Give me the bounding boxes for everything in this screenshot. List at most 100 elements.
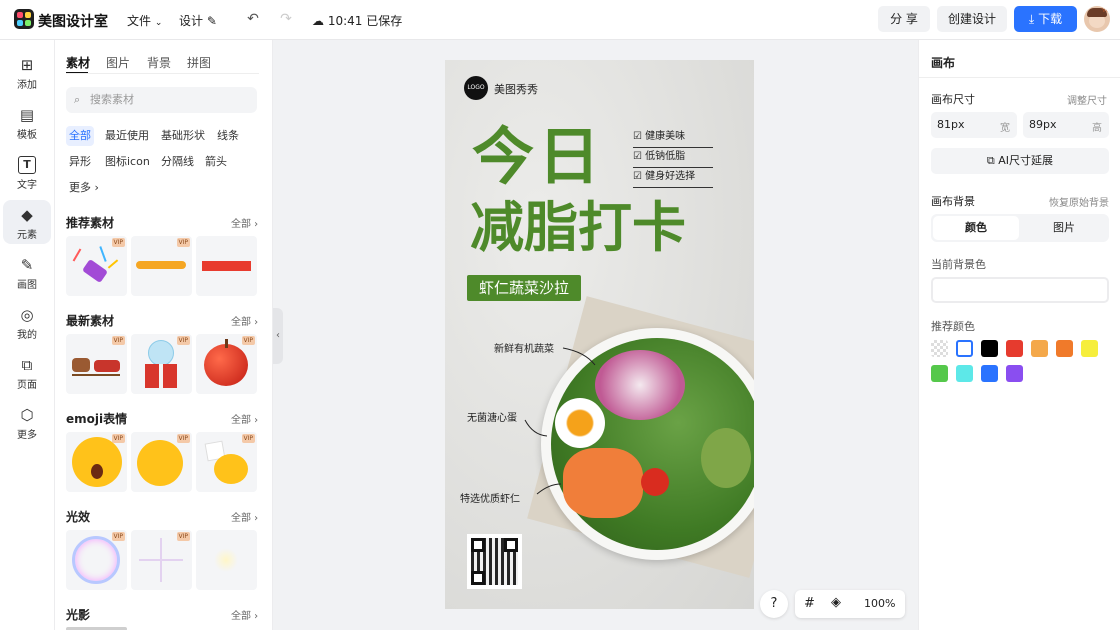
- save-status: ☁ 10:41 已保存: [312, 12, 402, 29]
- chip-icons[interactable]: 图标icon: [102, 152, 153, 172]
- nav-mine[interactable]: ◎ 我的: [3, 300, 51, 344]
- tab-divider: [66, 73, 259, 74]
- asset-party-popper[interactable]: VIP: [66, 236, 127, 296]
- current-bg-color-swatch[interactable]: [931, 277, 1109, 303]
- nav-add[interactable]: ⊞ 添加: [3, 50, 51, 94]
- chip-more[interactable]: 更多 ›: [66, 178, 102, 198]
- color-swatch[interactable]: [1081, 340, 1098, 357]
- panel-divider: [919, 77, 1120, 78]
- color-swatch[interactable]: [931, 340, 948, 357]
- grid-icon[interactable]: #: [804, 596, 815, 611]
- app-logo-icon[interactable]: [14, 9, 34, 29]
- canvas-background-label: 画布背景: [931, 195, 975, 208]
- tab-images[interactable]: 图片: [106, 54, 130, 71]
- adjust-size-link[interactable]: 调整尺寸: [1067, 92, 1107, 107]
- chevron-down-icon: ⌄: [154, 18, 163, 28]
- section-all-emoji[interactable]: 全部 ›: [231, 411, 258, 426]
- chip-all[interactable]: 全部: [66, 126, 94, 146]
- chip-basic-shapes[interactable]: 基础形状: [158, 126, 208, 146]
- asset-red-apple[interactable]: VIP: [196, 334, 257, 394]
- color-swatch[interactable]: [956, 365, 973, 382]
- collapse-panel-button[interactable]: ‹: [273, 308, 283, 364]
- asset-reindeer-sleigh[interactable]: VIP: [66, 334, 127, 394]
- user-avatar[interactable]: VIP: [1084, 6, 1110, 32]
- asset-emoji-thinking[interactable]: VIP: [131, 432, 192, 492]
- search-icon: ⌕: [74, 93, 81, 106]
- section-all-recommended[interactable]: 全部 ›: [231, 215, 258, 230]
- draw-icon: ✎: [20, 256, 34, 274]
- asset-bubble[interactable]: VIP: [66, 530, 127, 590]
- section-all-label: 全部: [231, 317, 251, 328]
- layers-icon[interactable]: ◈: [831, 595, 841, 610]
- chip-recent[interactable]: 最近使用: [102, 126, 152, 146]
- file-menu[interactable]: 文件 ⌄: [127, 12, 162, 29]
- asset-glow[interactable]: [196, 530, 257, 590]
- download-button[interactable]: ⤓ 下载: [1014, 6, 1077, 32]
- recommended-colors-label: 推荐颜色: [931, 320, 975, 333]
- nav-draw[interactable]: ✎ 画图: [3, 250, 51, 294]
- undo-icon[interactable]: ↶: [244, 10, 262, 28]
- cube-icon: ⬡: [20, 406, 34, 424]
- tab-materials[interactable]: 素材: [66, 54, 90, 71]
- chip-arrows[interactable]: 箭头: [202, 152, 230, 172]
- color-swatch[interactable]: [1006, 340, 1023, 357]
- color-swatch[interactable]: [981, 365, 998, 382]
- section-all-light-effects[interactable]: 全部 ›: [231, 509, 258, 524]
- color-swatch[interactable]: [981, 340, 998, 357]
- canvas-qr-code[interactable]: [467, 534, 522, 589]
- asset-brush-stroke[interactable]: VIP: [131, 236, 192, 296]
- reset-background-link[interactable]: 恢复原始背景: [1049, 194, 1109, 209]
- nav-text[interactable]: T 文字: [3, 150, 51, 194]
- search-input[interactable]: ⌕ 搜索素材: [66, 87, 257, 113]
- section-all-label: 全部: [231, 415, 251, 426]
- vip-badge: VIP: [111, 336, 125, 345]
- redo-icon[interactable]: ↷: [277, 10, 295, 28]
- nav-text-label: 文字: [17, 180, 37, 191]
- share-button[interactable]: 分 享: [878, 6, 930, 32]
- help-button[interactable]: ?: [760, 590, 788, 618]
- left-navigation: ⊞ 添加 ▤ 模板 T 文字 ◆ 元素 ✎ 画图 ◎ 我的 ⧉ 页面 ⬡ 更多: [0, 40, 55, 630]
- download-icon: ⤓: [1028, 12, 1035, 26]
- nav-template[interactable]: ▤ 模板: [3, 100, 51, 144]
- file-menu-label: 文件: [127, 14, 152, 28]
- nav-elements[interactable]: ◆ 元素: [3, 200, 51, 244]
- create-design-button[interactable]: 创建设计: [937, 6, 1007, 32]
- tab-backgrounds[interactable]: 背景: [147, 54, 171, 71]
- nav-page-label: 页面: [17, 380, 37, 391]
- plus-square-icon: ⊞: [20, 56, 34, 74]
- color-swatch[interactable]: [1056, 340, 1073, 357]
- design-menu[interactable]: 设计 ✎: [179, 12, 217, 29]
- color-swatch[interactable]: [1031, 340, 1048, 357]
- ai-size-extend-button[interactable]: ⧉ AI尺寸延展: [931, 148, 1109, 174]
- text-icon: T: [18, 156, 36, 174]
- asset-emoji-shocked[interactable]: VIP: [66, 432, 127, 492]
- section-all-latest[interactable]: 全部 ›: [231, 313, 258, 328]
- canvas-toolbar: # ◈ 100%: [795, 590, 905, 618]
- width-value: 81px: [937, 118, 965, 131]
- design-canvas[interactable]: LOGO 美图秀秀 今日 减脂打卡 ☑ 健康美味 ☑ 低钠低脂 ☑ 健身好选择 …: [445, 60, 754, 609]
- nav-template-label: 模板: [17, 130, 37, 141]
- asset-emoji-chick[interactable]: VIP: [196, 432, 257, 492]
- bg-tab-color[interactable]: 颜色: [933, 216, 1019, 240]
- app-brand-name: 美图设计室: [38, 14, 108, 30]
- asset-sparkle[interactable]: VIP: [131, 530, 192, 590]
- color-swatch[interactable]: [956, 340, 973, 357]
- color-swatch[interactable]: [1006, 365, 1023, 382]
- width-input[interactable]: 81px 宽: [931, 112, 1017, 138]
- nav-page[interactable]: ⧉ 页面: [3, 350, 51, 394]
- avatar-vip-badge: VIP: [1102, 8, 1110, 14]
- bg-tab-image[interactable]: 图片: [1021, 216, 1107, 240]
- chip-dividers[interactable]: 分隔线: [158, 152, 197, 172]
- section-all-shadows[interactable]: 全部 ›: [231, 607, 258, 622]
- height-unit: 高: [1092, 123, 1102, 134]
- chip-irregular[interactable]: 异形: [66, 152, 94, 172]
- color-swatch[interactable]: [931, 365, 948, 382]
- nav-more[interactable]: ⬡ 更多: [3, 400, 51, 444]
- asset-red-bar[interactable]: [196, 236, 257, 296]
- tab-collage[interactable]: 拼图: [187, 54, 211, 71]
- height-input[interactable]: 89px 高: [1023, 112, 1109, 138]
- download-label: 下载: [1038, 12, 1063, 26]
- asset-snow-globe-gift[interactable]: VIP: [131, 334, 192, 394]
- zoom-level[interactable]: 100%: [864, 597, 895, 610]
- chip-lines[interactable]: 线条: [214, 126, 242, 146]
